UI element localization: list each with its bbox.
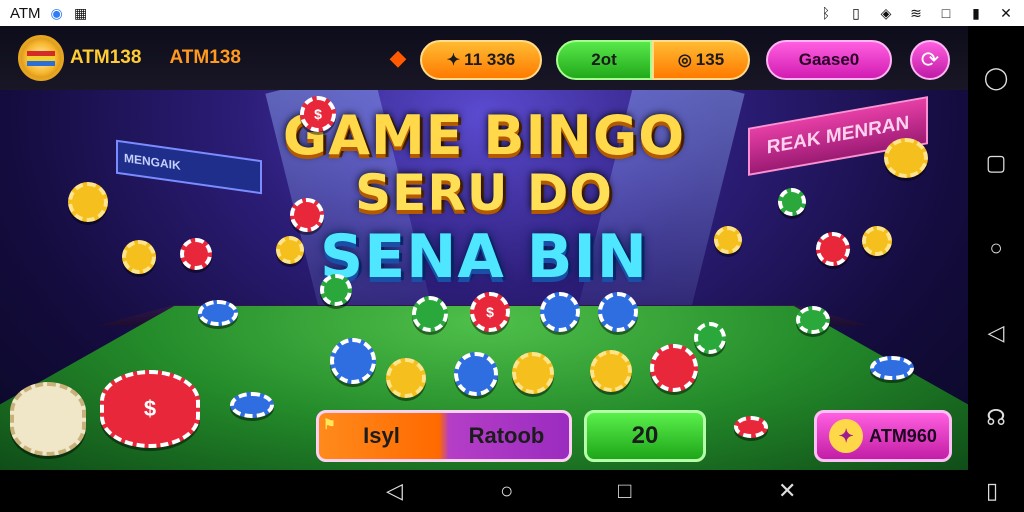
pink-pill-button[interactable]: Gaase0 — [766, 40, 892, 80]
brand-name-secondary: ATM138 — [169, 47, 241, 68]
square-icon[interactable]: ▯ — [986, 478, 998, 504]
green-pill[interactable]: 2ot — [556, 40, 652, 80]
square-icon: □ — [941, 5, 951, 21]
chip-icon — [714, 226, 742, 254]
balance-value: 11 336 — [464, 50, 516, 69]
bluetooth-icon: ᛒ — [821, 5, 831, 21]
bet-toggle-right[interactable]: Ratoob — [444, 423, 569, 449]
balance-pill[interactable]: ✦ 11 336 — [420, 40, 542, 80]
coins-pill[interactable]: ◎ 135 — [652, 40, 750, 80]
chip-stack-icon: $ — [100, 370, 200, 448]
back-icon[interactable]: ◁ — [988, 320, 1005, 346]
circle-icon[interactable]: ○ — [989, 235, 1002, 261]
chip-icon — [330, 338, 376, 384]
chip-icon — [454, 352, 498, 396]
chip-icon — [230, 392, 274, 418]
side-nav: ◯ ▢ ○ ◁ ☊ — [968, 26, 1024, 470]
recents-icon[interactable]: □ — [618, 478, 631, 504]
chip-icon — [122, 240, 156, 274]
refresh-icon[interactable]: ⟳ — [910, 40, 950, 80]
bet-toggle-left[interactable]: Isyl — [319, 423, 444, 449]
wifi-icon: ≋ — [910, 5, 922, 21]
chip-icon — [180, 238, 212, 270]
chip-stack-icon — [10, 382, 86, 456]
chip-icon — [598, 292, 638, 332]
chip-icon — [694, 322, 726, 354]
chip-icon — [590, 350, 632, 392]
brand-name: ATM138 — [70, 47, 142, 68]
qr-icon: ▦ — [73, 5, 88, 21]
close-icon[interactable]: ✕ — [778, 478, 796, 504]
chip-icon — [198, 300, 238, 326]
status-app-label: ATM — [10, 4, 41, 22]
cta-label: ATM960 — [869, 425, 937, 446]
headset-icon[interactable]: ☊ — [986, 405, 1006, 431]
bet-amount-value: 20 — [631, 422, 659, 449]
coin-icon: ◎ — [677, 52, 692, 69]
chip-icon — [870, 356, 914, 380]
cta-button[interactable]: ✦ ATM960 — [814, 410, 952, 462]
status-bar: ATM ◉ ▦ ᛒ ▯ ◈ ≋ □ ▮ ✕ — [0, 0, 1024, 26]
chip-icon — [734, 416, 768, 438]
game-screen: MENGAIK REAK MENRAN ATM138 ATM138 ◆ ✦ 11… — [0, 26, 968, 470]
chip-icon — [386, 358, 426, 398]
person-icon: ✦ — [446, 52, 461, 69]
browser-icon: ◉ — [50, 5, 63, 21]
chip-icon — [650, 344, 698, 392]
battery-icon: ▮ — [972, 5, 980, 21]
chip-icon — [862, 226, 892, 256]
chip-icon: $ — [470, 292, 510, 332]
chip-icon — [290, 198, 324, 232]
back-icon[interactable]: ◁ — [386, 478, 403, 504]
green-pill-label: 2ot — [591, 50, 617, 69]
gem-icon: ◆ — [389, 45, 407, 70]
chip-icon — [68, 182, 108, 222]
star-icon: ✦ — [829, 419, 864, 453]
circle-icon[interactable]: ◯ — [984, 65, 1009, 91]
game-title-line2: SERU DO — [355, 164, 613, 222]
game-title-line1: GAME BINGO — [282, 104, 686, 167]
chip-icon — [540, 292, 580, 332]
coins-value: 135 — [695, 50, 725, 69]
close-icon[interactable]: ✕ — [998, 5, 1014, 21]
chip-icon — [320, 274, 352, 306]
vibrate-icon: ▯ — [852, 5, 860, 21]
chip-icon — [778, 188, 806, 216]
chip-icon — [412, 296, 448, 332]
location-icon: ◈ — [880, 5, 892, 21]
chip-icon — [276, 236, 304, 264]
bet-amount-box[interactable]: 20 — [584, 410, 706, 462]
chip-icon — [816, 232, 850, 266]
chip-icon — [884, 138, 928, 178]
bottom-nav: ◁ ○ □ ✕ ▯ — [0, 470, 1024, 512]
bet-toggle[interactable]: ⚑ Isyl Ratoob — [316, 410, 572, 462]
flag-icon: ⚑ — [323, 416, 336, 432]
pink-pill-label: Gaase0 — [798, 50, 860, 69]
brand-logo[interactable] — [18, 35, 64, 81]
chip-icon: $ — [300, 96, 336, 132]
home-icon[interactable]: ○ — [500, 478, 513, 504]
square-icon[interactable]: ▢ — [986, 150, 1007, 176]
chip-icon — [796, 306, 830, 334]
chip-icon — [512, 352, 554, 394]
